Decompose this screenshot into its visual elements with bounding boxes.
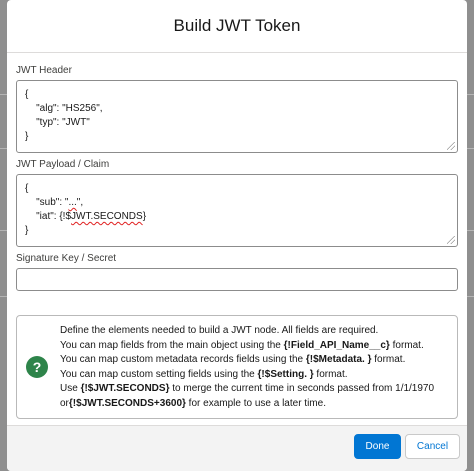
help-text-part: format.: [313, 368, 348, 380]
help-token: {!$JWT.SECONDS}: [80, 383, 170, 394]
payload-misspelled-text: JWT.SECONDS: [71, 211, 143, 222]
signature-key-label: Signature Key / Secret: [16, 253, 117, 264]
cancel-button[interactable]: Cancel: [405, 434, 460, 459]
help-text-part: Use: [60, 383, 81, 394]
jwt-header-label: JWT Header: [16, 65, 72, 76]
help-text-part: You can map fields from the main object …: [60, 339, 284, 351]
help-text: Define the elements needed to build a JW…: [60, 324, 449, 411]
modal-body: JWT Header { "alg": "HS256", "typ": "JWT…: [7, 65, 467, 419]
payload-text: ",: [76, 197, 84, 208]
modal-footer: Done Cancel: [7, 425, 467, 471]
jwt-payload-textarea[interactable]: { "sub": "...", "iat": {!$JWT.SECONDS} }: [16, 174, 458, 247]
help-text-part: format.: [371, 354, 406, 365]
jwt-payload-line: "iat": {!$JWT.SECONDS}: [25, 210, 449, 224]
help-line: You can map custom setting fields using …: [60, 368, 449, 383]
jwt-header-line: {: [25, 89, 29, 100]
jwt-payload-line: "sub": "...",: [25, 196, 449, 210]
help-text-part: You can map custom setting fields using …: [60, 368, 258, 380]
modal-title: Build JWT Token: [173, 16, 301, 35]
build-jwt-modal: Build JWT Token JWT Header { "alg": "HS2…: [7, 0, 467, 471]
done-button[interactable]: Done: [354, 434, 401, 459]
help-token: {!Field_API_Name__c}: [283, 339, 390, 351]
help-icon: ?: [26, 356, 48, 378]
help-text-part: format.: [389, 339, 424, 351]
payload-misspelled-text: ...: [68, 197, 77, 208]
help-line: You can map custom metadata records fiel…: [60, 353, 449, 368]
help-token: {!$Metadata. }: [305, 354, 372, 365]
help-info-box: ? Define the elements needed to build a …: [16, 315, 458, 419]
help-line: You can map fields from the main object …: [60, 339, 449, 354]
help-text-part: to merge the current time in seconds pas…: [169, 383, 435, 394]
payload-text: }: [142, 211, 147, 222]
jwt-payload-label: JWT Payload / Claim: [16, 159, 110, 170]
help-text-part: for example to use a later time.: [185, 397, 326, 409]
resize-handle-icon[interactable]: [447, 236, 455, 244]
help-text-part: or: [60, 397, 69, 409]
jwt-header-line: "alg": "HS256",: [25, 103, 103, 114]
jwt-payload-line: {: [25, 183, 29, 194]
help-token: {!$JWT.SECONDS+3600}: [68, 397, 186, 409]
resize-handle-icon[interactable]: [447, 142, 455, 150]
help-token: {!$Setting. }: [257, 368, 314, 380]
jwt-payload-line: }: [25, 225, 29, 236]
signature-key-input[interactable]: [16, 268, 458, 291]
payload-text: "iat": {!$: [25, 211, 72, 222]
help-line: Use {!$JWT.SECONDS} to merge the current…: [60, 382, 449, 397]
help-line: or{!$JWT.SECONDS+3600} for example to us…: [60, 397, 449, 412]
jwt-header-line: "typ": "JWT": [25, 117, 90, 128]
help-line: Define the elements needed to build a JW…: [60, 325, 379, 336]
help-text-part: You can map custom metadata records fiel…: [60, 354, 306, 365]
payload-text: "sub": ": [25, 197, 69, 208]
jwt-header-textarea[interactable]: { "alg": "HS256", "typ": "JWT" }: [16, 80, 458, 153]
jwt-header-line: }: [25, 131, 29, 142]
modal-header: Build JWT Token: [7, 0, 467, 53]
